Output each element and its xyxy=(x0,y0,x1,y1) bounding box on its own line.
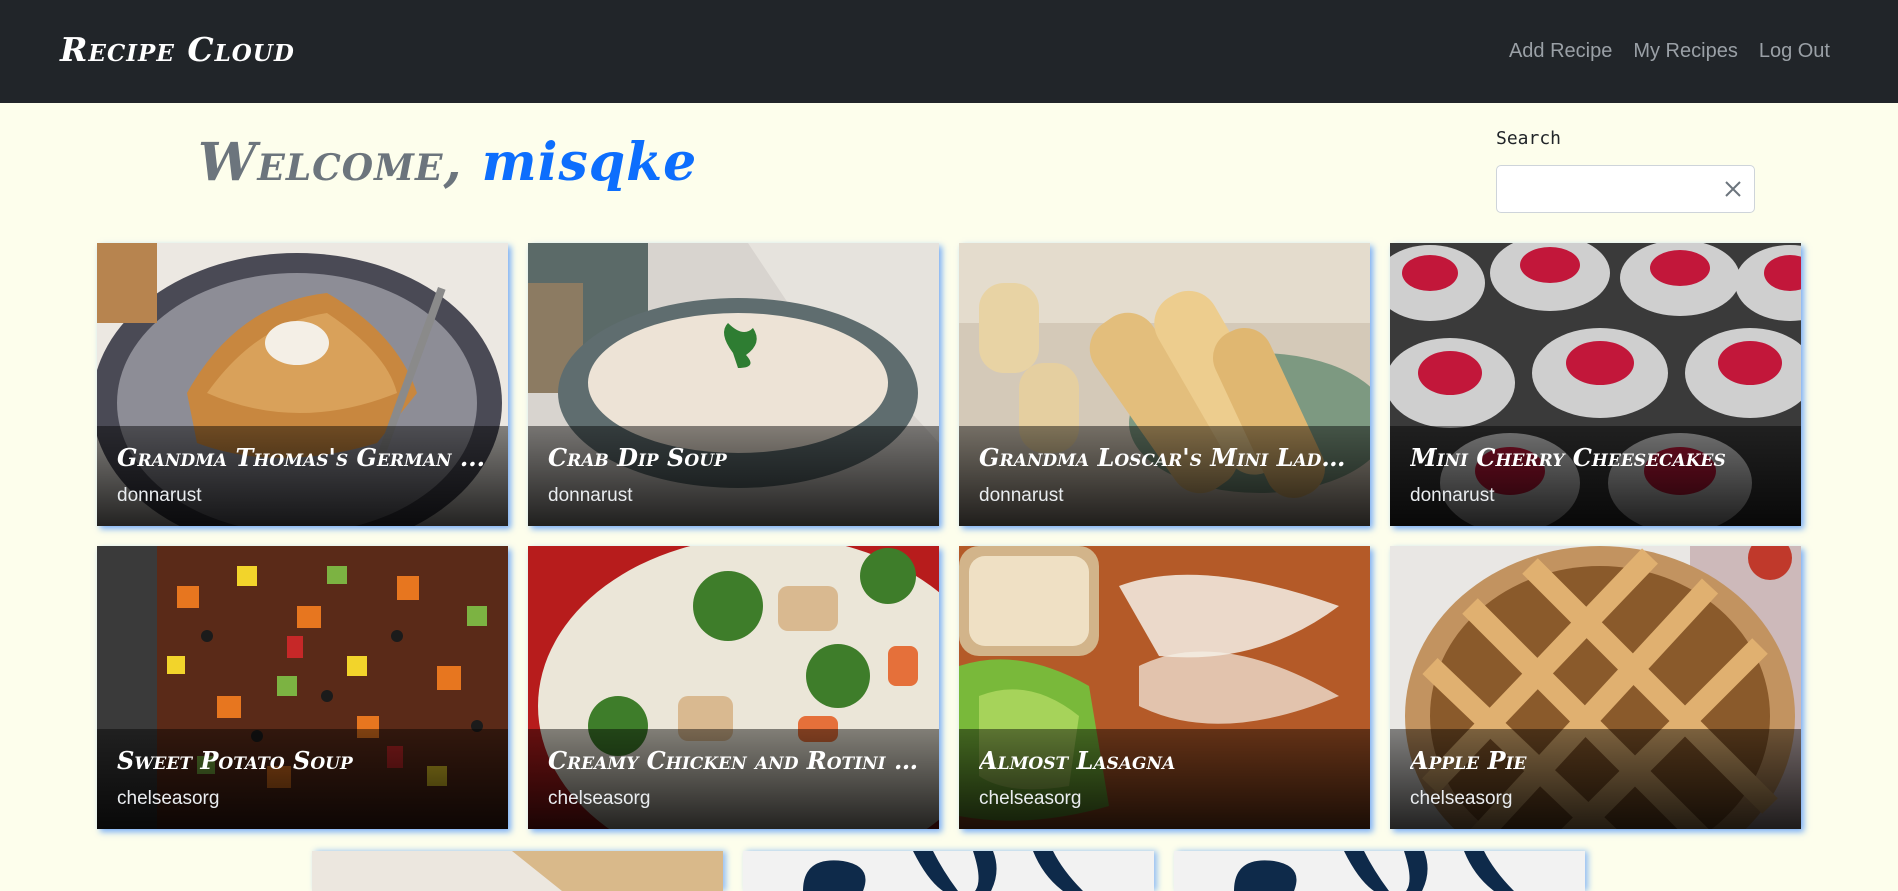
recipe-author: donnarust xyxy=(1410,485,1495,506)
welcome-prefix: Welcome, xyxy=(198,132,463,193)
recipe-grid: Grandma Thomas's German ... donnarust Cr… xyxy=(97,243,1802,829)
recipe-title: Grandma Loscar's Mini Lady... xyxy=(979,443,1354,472)
recipe-card[interactable]: Sweet Potato Soup chelseasorg xyxy=(97,546,508,829)
recipe-card[interactable]: Apple Pie chelseasorg xyxy=(1390,546,1801,829)
recipe-title: Sweet Potato Soup xyxy=(117,746,353,775)
recipe-author: donnarust xyxy=(548,485,633,506)
navbar: Recipe Cloud Add Recipe My Recipes Log O… xyxy=(0,0,1898,103)
vegetable-icon xyxy=(743,851,1154,891)
brand-logo[interactable]: Recipe Cloud xyxy=(60,30,295,69)
recipe-card[interactable]: Crab Dip Soup donnarust xyxy=(528,243,939,526)
recipe-card[interactable]: Grandma Thomas's German ... donnarust xyxy=(97,243,508,526)
search-label: Search xyxy=(1496,128,1562,149)
recipe-title: Apple Pie xyxy=(1410,746,1527,775)
nav-log-out[interactable]: Log Out xyxy=(1759,40,1830,63)
recipe-card[interactable] xyxy=(1174,851,1585,891)
vegetable-icon xyxy=(1174,851,1585,891)
nav-links: Add Recipe My Recipes Log Out xyxy=(1509,40,1830,63)
search-field xyxy=(1496,165,1755,213)
recipe-title: Almost Lasagna xyxy=(979,746,1176,775)
recipe-card[interactable]: Almost Lasagna chelseasorg xyxy=(959,546,1370,829)
recipe-card[interactable] xyxy=(312,851,723,891)
recipe-card[interactable]: Mini Cherry Cheesecakes donnarust xyxy=(1390,243,1801,526)
recipe-title: Grandma Thomas's German ... xyxy=(117,443,486,472)
recipe-author: chelseasorg xyxy=(548,788,651,809)
recipe-author: chelseasorg xyxy=(979,788,1082,809)
nav-my-recipes[interactable]: My Recipes xyxy=(1633,40,1737,63)
recipe-title: Mini Cherry Cheesecakes xyxy=(1410,443,1726,472)
welcome-heading: Welcome, misqke xyxy=(198,132,697,193)
nav-add-recipe[interactable]: Add Recipe xyxy=(1509,40,1612,63)
recipe-card[interactable]: Grandma Loscar's Mini Lady... donnarust xyxy=(959,243,1370,526)
search-input[interactable] xyxy=(1497,166,1731,210)
recipe-author: chelseasorg xyxy=(117,788,220,809)
recipe-author: chelseasorg xyxy=(1410,788,1513,809)
welcome-username: misqke xyxy=(481,132,698,193)
recipe-image xyxy=(312,851,723,891)
recipe-card[interactable] xyxy=(743,851,1154,891)
close-icon[interactable] xyxy=(1722,178,1744,200)
recipe-author: donnarust xyxy=(117,485,202,506)
recipe-title: Creamy Chicken and Rotini P... xyxy=(548,746,923,775)
recipe-author: donnarust xyxy=(979,485,1064,506)
recipe-title: Crab Dip Soup xyxy=(548,443,727,472)
recipe-grid-row-3 xyxy=(312,851,1585,891)
recipe-card[interactable]: Creamy Chicken and Rotini P... chelseaso… xyxy=(528,546,939,829)
